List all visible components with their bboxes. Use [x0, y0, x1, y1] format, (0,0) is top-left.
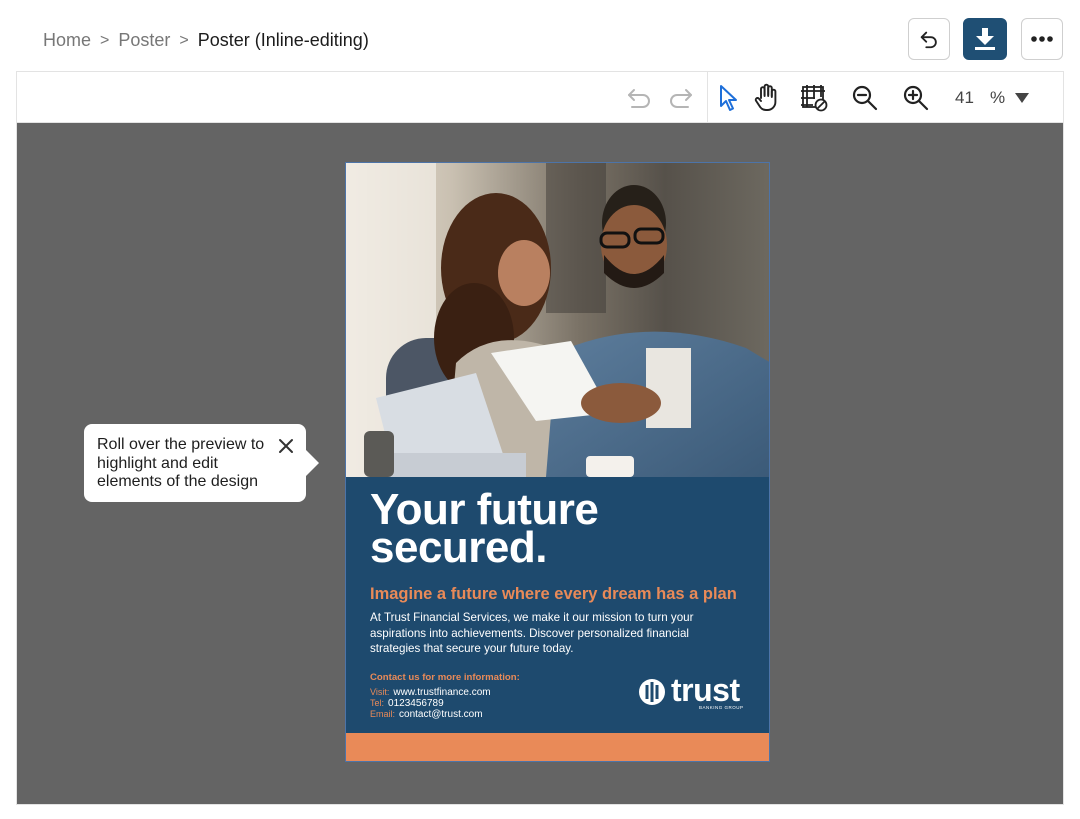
zoom-in-tool[interactable] [900, 82, 932, 114]
zoom-unit: % [990, 88, 1006, 107]
more-icon [1031, 36, 1053, 42]
contact-visit[interactable]: Visit: www.trustfinance.com [370, 687, 491, 698]
tel-value: 0123456789 [388, 698, 444, 709]
contact-title[interactable]: Contact us for more information: [370, 672, 520, 683]
breadcrumb: Home > Poster > Poster (Inline-editing) [43, 30, 369, 51]
zoom-in-icon [903, 85, 929, 111]
poster-subhead[interactable]: Imagine a future where every dream has a… [370, 585, 737, 604]
close-icon[interactable] [277, 437, 295, 455]
select-tool[interactable] [712, 82, 744, 114]
breadcrumb-separator: > [179, 31, 189, 49]
trust-logo-icon [639, 679, 665, 705]
email-value: contact@trust.com [399, 709, 483, 720]
help-tooltip: Roll over the preview to highlight and e… [84, 424, 319, 502]
pointer-icon [720, 85, 737, 111]
redo-tool[interactable] [664, 82, 696, 114]
trust-logo[interactable]: trust BANKING GROUP [637, 672, 749, 711]
visit-value: www.trustfinance.com [393, 687, 491, 698]
grid-toggle-tool[interactable] [798, 82, 830, 114]
poster-preview[interactable]: Your future secured. Imagine a future wh… [345, 162, 770, 762]
couple-photo-image [346, 163, 769, 477]
page-header: Home > Poster > Poster (Inline-editing) [0, 0, 1080, 70]
poster-headline[interactable]: Your future secured. [370, 488, 599, 572]
zoom-out-icon [852, 85, 878, 111]
contact-email[interactable]: Email: contact@trust.com [370, 709, 483, 720]
headline-line-2: secured. [370, 523, 547, 572]
more-options-button[interactable] [1021, 18, 1063, 60]
breadcrumb-separator: > [100, 31, 110, 49]
breadcrumb-current: Poster (Inline-editing) [197, 30, 369, 50]
undo-icon [628, 89, 650, 108]
breadcrumb-poster[interactable]: Poster [118, 30, 170, 51]
poster-content[interactable]: Your future secured. Imagine a future wh… [346, 477, 769, 733]
visit-label: Visit: [370, 687, 390, 697]
zoom-level-input[interactable]: 41 [955, 88, 974, 108]
hide-grid-icon [801, 85, 828, 112]
tooltip-text: Roll over the preview to highlight and e… [97, 436, 265, 490]
zoom-out-tool[interactable] [849, 82, 881, 114]
logo-wordmark: trust [671, 672, 740, 708]
poster-description[interactable]: At Trust Financial Services, we make it … [370, 610, 730, 657]
pan-tool[interactable] [751, 82, 783, 114]
download-icon [975, 28, 995, 50]
poster-footer-band[interactable] [346, 733, 769, 761]
undo-tool[interactable] [624, 82, 656, 114]
poster-photo[interactable] [346, 163, 769, 477]
design-editor: 41 % Roll over the preview to highlight … [16, 71, 1064, 805]
contact-tel[interactable]: Tel: 0123456789 [370, 698, 444, 709]
email-label: Email: [370, 709, 396, 719]
undo-icon [920, 31, 937, 49]
download-button[interactable] [963, 18, 1007, 60]
toolbar-divider [707, 72, 708, 123]
logo-tagline: BANKING GROUP [699, 705, 744, 710]
breadcrumb-home[interactable]: Home [43, 30, 91, 51]
hand-icon [754, 83, 777, 111]
preview-canvas[interactable]: Roll over the preview to highlight and e… [17, 123, 1063, 804]
tel-label: Tel: [370, 698, 385, 708]
zoom-dropdown-caret-icon[interactable] [1015, 93, 1029, 103]
redo-icon [670, 89, 692, 108]
revert-button[interactable] [908, 18, 950, 60]
editor-toolbar: 41 % [17, 72, 1063, 123]
